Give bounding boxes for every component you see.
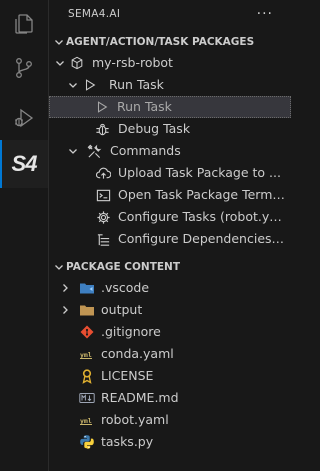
tree-item-commands[interactable]: Commands [49, 140, 291, 162]
list-tree-icon [95, 231, 111, 247]
chevron-down-icon [67, 79, 79, 94]
svg-text:yml: yml [80, 351, 92, 359]
robot-label: my-rsb-robot [92, 55, 173, 70]
file-item-robot-yaml[interactable]: yml robot.yaml [49, 409, 291, 431]
commands-label: Commands [110, 143, 181, 158]
file-item-readme[interactable]: README.md [49, 387, 291, 409]
explorer-icon[interactable] [0, 0, 48, 48]
section-agent-packages[interactable]: AGENT/ACTION/TASK PACKAGES [49, 32, 291, 54]
play-icon [94, 99, 110, 115]
package-icon [69, 55, 85, 71]
configure-tasks-label: Configure Tasks (robot.ya... [118, 209, 286, 224]
sidebar-header: SEMA4.AI ··· [49, 0, 291, 30]
tree-item-debug-task[interactable]: Debug Task [49, 118, 291, 140]
tree-item-terminal[interactable]: Open Task Package Termi... [49, 184, 291, 206]
license-icon [79, 368, 95, 384]
file-item-gitignore[interactable]: .gitignore [49, 321, 291, 343]
chevron-right-icon [59, 282, 71, 297]
tree-item-run-task-group[interactable]: Run Task [49, 74, 291, 96]
git-icon [79, 324, 95, 340]
file-label: robot.yaml [101, 412, 169, 427]
file-label: conda.yaml [101, 346, 174, 361]
configure-deps-label: Configure Dependencies ... [118, 231, 286, 246]
upload-label: Upload Task Package to ... [118, 165, 281, 180]
more-actions-icon[interactable]: ··· [257, 6, 273, 22]
debug-icon [94, 121, 110, 137]
run-task-group-label: Run Task [109, 77, 164, 92]
chevron-down-icon [54, 57, 66, 72]
section-title: AGENT/ACTION/TASK PACKAGES [66, 36, 255, 48]
file-label: .gitignore [101, 324, 161, 339]
section-package-content[interactable]: PACKAGE CONTENT [49, 257, 291, 279]
file-item-output[interactable]: output [49, 299, 291, 321]
source-control-icon[interactable] [0, 44, 48, 92]
chevron-down-icon [53, 261, 65, 276]
file-label: .vscode [101, 280, 150, 295]
yaml-icon: yml [79, 412, 95, 428]
section-title: PACKAGE CONTENT [66, 261, 180, 273]
gear-icon [95, 209, 111, 225]
file-label: tasks.py [101, 434, 154, 449]
run-debug-icon[interactable] [0, 94, 48, 142]
tree-item-configure-deps[interactable]: Configure Dependencies ... [49, 228, 291, 250]
file-item-tasks-py[interactable]: tasks.py [49, 431, 291, 453]
tree-item-robot[interactable]: my-rsb-robot [49, 52, 291, 74]
chevron-down-icon [53, 36, 65, 51]
file-item-conda-yaml[interactable]: yml conda.yaml [49, 343, 291, 365]
run-task-label: Run Task [117, 99, 172, 114]
cloud-upload-icon [95, 165, 111, 181]
file-item-license[interactable]: LICENSE [49, 365, 291, 387]
tree-item-upload[interactable]: Upload Task Package to ... [49, 162, 291, 184]
tree-item-run-task[interactable]: Run Task [49, 96, 291, 118]
markdown-icon [79, 390, 95, 406]
debug-task-label: Debug Task [118, 121, 191, 136]
file-label: LICENSE [101, 368, 154, 383]
chevron-down-icon [67, 145, 79, 160]
svg-text:yml: yml [80, 417, 92, 425]
file-item-vscode[interactable]: .vscode [49, 277, 291, 299]
sidebar-title: SEMA4.AI [68, 8, 121, 20]
python-icon [79, 434, 95, 450]
terminal-label: Open Task Package Termi... [118, 187, 286, 202]
folder-icon [79, 302, 95, 318]
file-label: README.md [101, 390, 179, 405]
chevron-right-icon [59, 304, 71, 319]
vscode-folder-icon [79, 280, 95, 296]
terminal-icon [95, 187, 111, 203]
tree-item-configure-tasks[interactable]: Configure Tasks (robot.ya... [49, 206, 291, 228]
sidebar: SEMA4.AI ··· AGENT/ACTION/TASK PACKAGES … [49, 0, 291, 471]
play-icon [82, 77, 98, 93]
sema4-icon[interactable]: S4 [0, 140, 48, 188]
tools-icon [86, 143, 102, 159]
activity-bar: S4 [0, 0, 49, 471]
file-label: output [101, 302, 143, 317]
yaml-icon: yml [79, 346, 95, 362]
